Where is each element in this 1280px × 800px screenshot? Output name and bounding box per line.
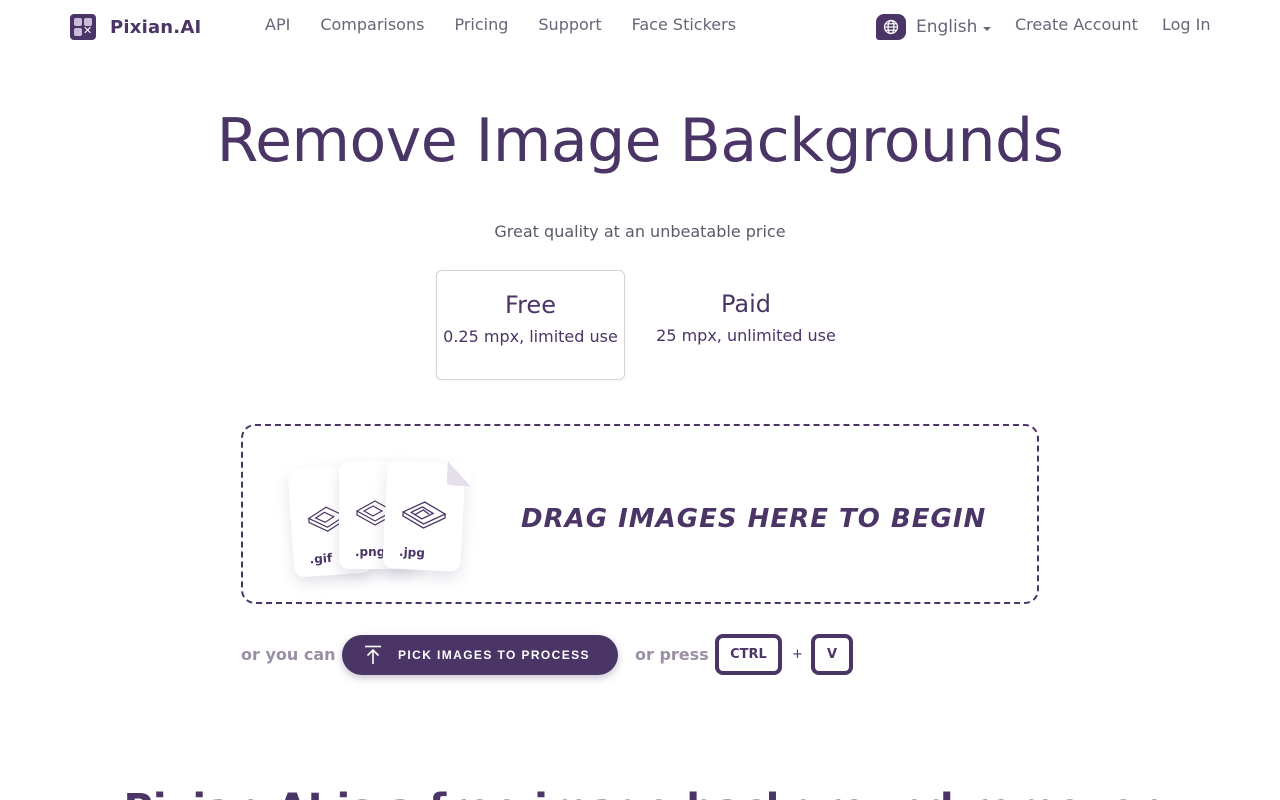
- page-subtitle: Great quality at an unbeatable price: [494, 222, 786, 241]
- logo-link[interactable]: ✕ Pixian.AI: [70, 14, 201, 40]
- pick-images-label: PICK IMAGES TO PROCESS: [398, 648, 590, 662]
- language-label: English: [916, 17, 978, 37]
- jpg-file-icon: .jpg: [382, 460, 466, 572]
- brand-name: Pixian.AI: [110, 16, 202, 38]
- or-you-can-label: or you can: [241, 645, 336, 664]
- file-extension: .jpg: [398, 544, 426, 561]
- file-extension: .png: [355, 545, 386, 559]
- nav-support[interactable]: Support: [538, 15, 601, 35]
- plan-free-tab[interactable]: Free 0.25 mpx, limited use: [436, 270, 625, 380]
- site-header: ✕ Pixian.AI API Comparisons Pricing Supp…: [0, 0, 1280, 52]
- plan-paid-tab[interactable]: Paid 25 mpx, unlimited use: [652, 270, 840, 380]
- pick-images-button[interactable]: PICK IMAGES TO PROCESS: [342, 635, 618, 675]
- ctrl-key-badge: CTRL: [715, 634, 782, 675]
- main-nav: API Comparisons Pricing Support Face Sti…: [265, 15, 766, 35]
- nav-comparisons[interactable]: Comparisons: [320, 15, 424, 35]
- plus-sign: +: [792, 647, 803, 662]
- plan-description: 0.25 mpx, limited use: [443, 327, 618, 346]
- language-selector[interactable]: English: [876, 14, 992, 40]
- upload-icon: [365, 645, 381, 664]
- plan-description: 25 mpx, unlimited use: [656, 326, 836, 345]
- globe-icon: [876, 14, 906, 40]
- v-key-badge: V: [811, 634, 853, 675]
- nav-api[interactable]: API: [265, 15, 290, 35]
- create-account-link[interactable]: Create Account: [1015, 15, 1138, 34]
- plan-name: Paid: [720, 290, 771, 318]
- drop-zone-text: DRAG IMAGES HERE TO BEGIN: [521, 504, 987, 534]
- section-title: Pixian.AI is a free image background rem…: [0, 786, 1280, 800]
- logo-icon: ✕: [70, 14, 96, 40]
- nav-pricing[interactable]: Pricing: [454, 15, 508, 35]
- plan-name: Free: [505, 291, 556, 319]
- file-illustration: .gif .png .jpg: [287, 459, 469, 584]
- file-extension: .gif: [309, 550, 333, 567]
- log-in-link[interactable]: Log In: [1162, 15, 1211, 34]
- image-drop-zone[interactable]: .gif .png .jpg DRAG IMAGES HERE TO BEGIN: [241, 424, 1039, 604]
- nav-face-stickers[interactable]: Face Stickers: [632, 15, 736, 35]
- or-press-label: or press: [635, 645, 709, 664]
- caret-down-icon: [983, 26, 992, 31]
- page-title: Remove Image Backgrounds: [216, 106, 1064, 176]
